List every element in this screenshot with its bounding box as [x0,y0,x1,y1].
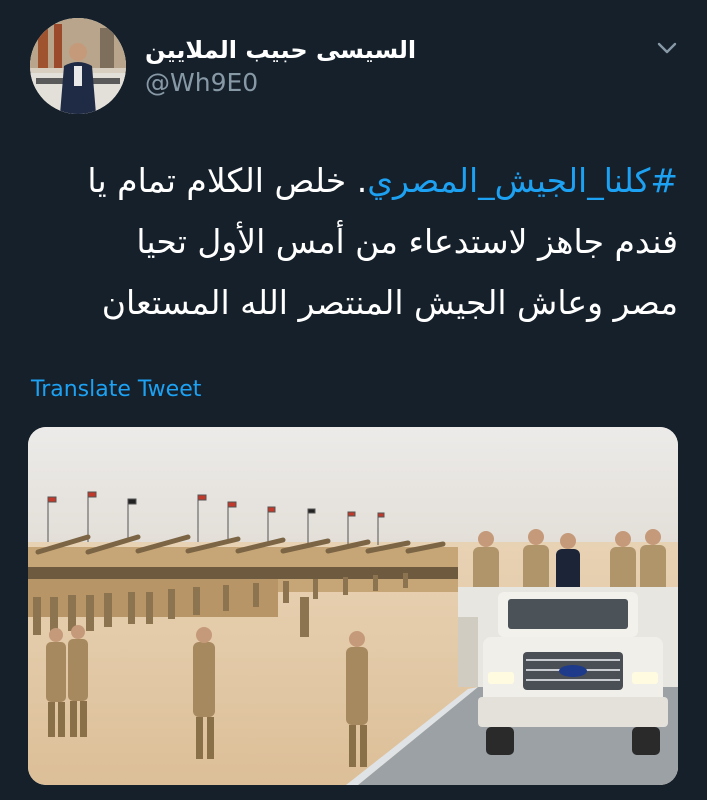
military-parade-image [28,427,678,785]
avatar-image [30,18,126,114]
avatar[interactable] [30,18,126,114]
translate-tweet-link[interactable]: Translate Tweet [31,377,201,402]
hashtag-link[interactable]: #كلنا_الجيش_المصري [367,161,678,200]
author-display-name[interactable]: السيسى حبيب الملايين [145,36,585,64]
tweet-media-photo[interactable] [28,427,678,785]
author-names: السيسى حبيب الملايين @Wh9E0 [145,36,585,97]
tweet-text-line-2: فندم جاهز لاستدعاء من أمس الأول تحيا [136,222,678,261]
tweet-text-line-1-rest: . خلص الكلام تمام يا [87,161,368,200]
tweet-text-line-1: #كلنا_الجيش_المصري. خلص الكلام تمام يا [28,150,678,211]
author-handle[interactable]: @Wh9E0 [145,68,585,97]
tweet-header: السيسى حبيب الملايين @Wh9E0 [0,0,707,130]
chevron-down-icon[interactable] [652,36,682,60]
tweet-text-line-3: مصر وعاش الجيش المنتصر الله المستعان [101,283,678,322]
tweet-text: #كلنا_الجيش_المصري. خلص الكلام تمام يا ف… [28,150,678,333]
